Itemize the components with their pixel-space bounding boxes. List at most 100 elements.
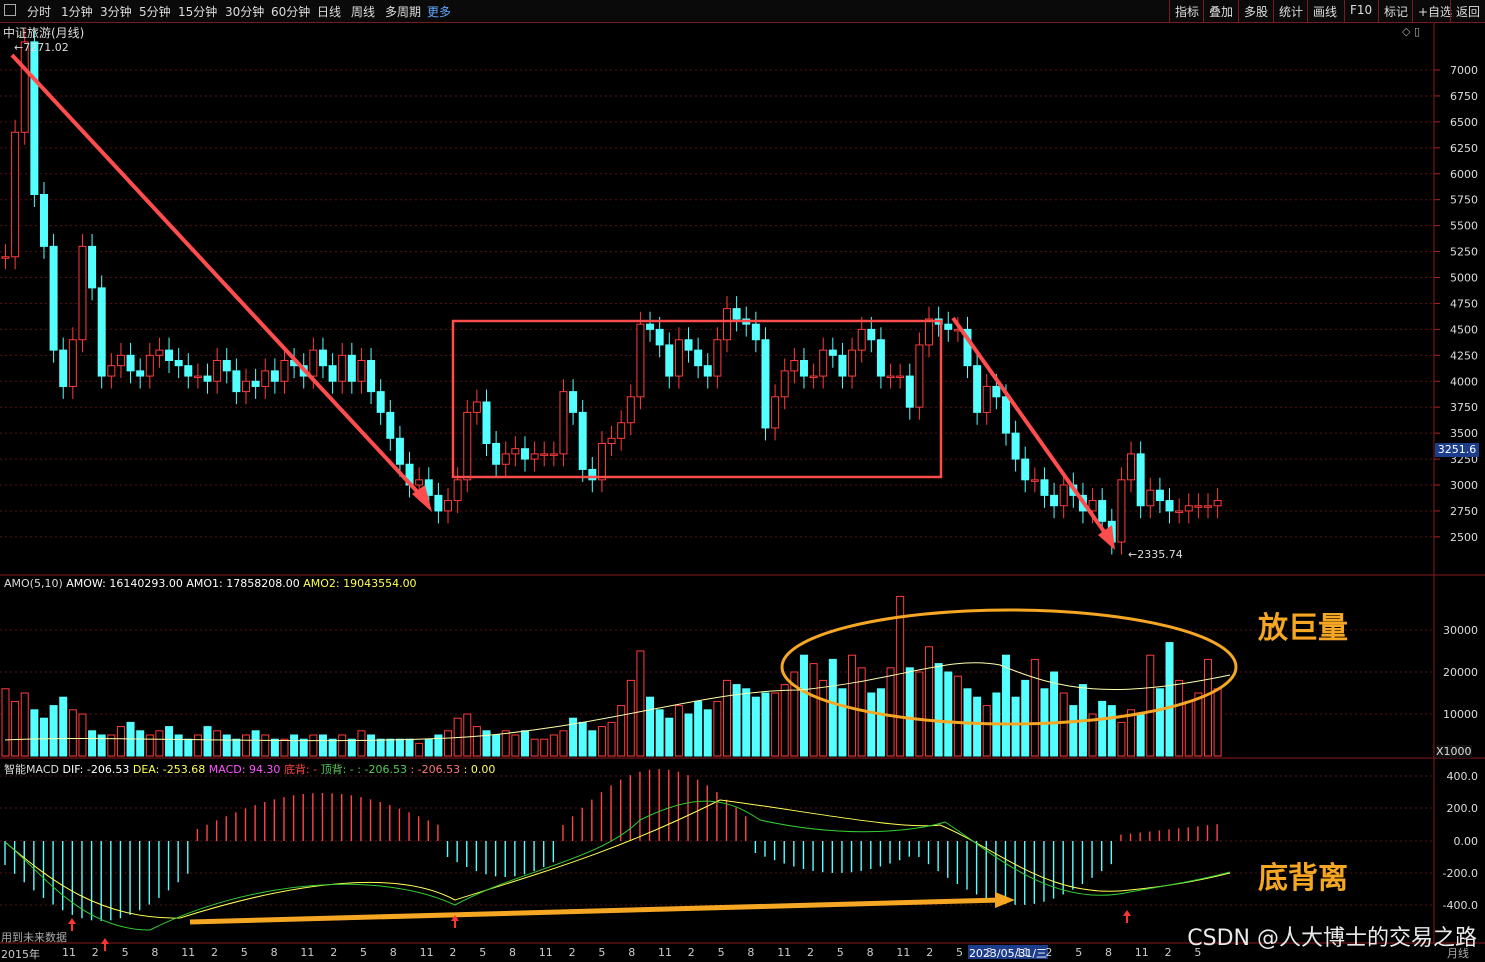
candle-body (876, 339, 885, 377)
time-axis-label: 5 (1075, 946, 1083, 959)
time-axis-label: 8 (866, 946, 874, 959)
candle-body (1040, 479, 1049, 496)
candle-body (617, 422, 626, 439)
candle-body (59, 349, 68, 387)
time-axis-label: 5 (121, 946, 129, 959)
volume-bar (1001, 654, 1010, 757)
candle-body (203, 375, 212, 382)
volume-bar (68, 709, 77, 757)
candle-body (694, 349, 703, 367)
volume-bar (367, 734, 376, 757)
volume-bar (703, 709, 712, 757)
volume-bar (97, 734, 106, 757)
candle-body (415, 479, 424, 486)
legend-item: AMOW: 16140293.00 (66, 577, 187, 590)
volume-bar (116, 726, 125, 757)
volume-bar (799, 654, 808, 757)
volume-bar (1213, 688, 1222, 757)
time-axis-label: 11 (1015, 946, 1030, 959)
candle-body (309, 349, 318, 377)
volume-bar (896, 595, 905, 757)
candle-body (434, 494, 443, 512)
price-tick-label: 6500 (1450, 116, 1478, 129)
volume-bar (973, 696, 982, 757)
volume-bar (1021, 679, 1030, 757)
volume-bar (1030, 658, 1039, 757)
panel-control-icons[interactable]: ◇ ▯ (1402, 25, 1420, 38)
candle-body (280, 360, 289, 382)
candle-body (607, 437, 616, 444)
candle-body (905, 375, 914, 408)
candle-body (915, 344, 924, 408)
candle-body (713, 339, 722, 377)
volume-bar (222, 734, 231, 757)
time-axis-label: 2 (926, 946, 934, 959)
price-tick-label: 3500 (1450, 427, 1478, 440)
candle-body (338, 354, 347, 382)
volume-bar (280, 738, 289, 757)
time-axis-label: 5 (479, 946, 487, 959)
volume-bar (520, 730, 529, 757)
time-axis-label: 8 (985, 946, 993, 959)
candle-body (1001, 396, 1010, 434)
chart-title: 中证旅游(月线) (3, 26, 85, 40)
volume-bar (1146, 654, 1155, 757)
candle-body (944, 323, 953, 330)
time-axis-label: 5 (836, 946, 844, 959)
volume-bar (174, 734, 183, 757)
low-price-label: ←2335.74 (1128, 548, 1183, 561)
candle-body (1050, 494, 1059, 507)
volume-bar (328, 738, 337, 757)
divergence-marker-icon (68, 918, 76, 924)
volume-bar (30, 709, 39, 757)
volume-bar (444, 730, 453, 757)
volume-bar (1059, 692, 1068, 757)
time-axis-label: 8 (270, 946, 278, 959)
candle-body (444, 500, 453, 512)
volume-bar (1107, 705, 1116, 757)
price-tick-label: 5500 (1450, 220, 1478, 233)
volume-bar (270, 738, 279, 757)
watermark: CSDN @人大博士的交易之路 (1187, 926, 1477, 951)
candle-body (982, 385, 991, 413)
candle-body (49, 245, 58, 351)
candle-body (1011, 432, 1020, 460)
candle-body (867, 328, 876, 341)
dea-line (4, 799, 1231, 919)
candle-body (992, 385, 1001, 398)
candle-body (472, 401, 481, 413)
legend-item: 顶背: - (320, 763, 358, 776)
candle-body (511, 448, 520, 455)
time-axis-label: 11 (896, 946, 911, 959)
volume-bar (1069, 705, 1078, 757)
candle-body (39, 194, 48, 247)
candle-body (232, 370, 241, 393)
macd-histogram (4, 769, 1218, 921)
time-axis-label: 8 (1105, 946, 1112, 959)
candle-body (597, 443, 606, 481)
volume-bar (780, 684, 789, 757)
candle-body (1098, 500, 1107, 522)
volume-bar (482, 730, 491, 757)
volume-bar (626, 679, 635, 757)
volume-bar (511, 734, 520, 757)
time-axis-label: 5 (240, 946, 248, 959)
volume-annotation: 放巨量 (1258, 611, 1348, 646)
volume-bar (20, 692, 29, 757)
volume-bar (809, 663, 818, 757)
price-tick-label: 3750 (1450, 401, 1478, 414)
volume-bar (386, 738, 395, 757)
candle-body (376, 391, 385, 413)
current-price-tag: 3251.6 (1435, 443, 1479, 457)
candle-body (20, 41, 29, 133)
candle-body (107, 365, 116, 377)
candle-body (242, 380, 250, 393)
candle-body (328, 365, 337, 382)
volume-bar (982, 705, 991, 757)
candle-body (145, 354, 154, 377)
stock-chart[interactable]: 7000 6750 6500 6250 6000 5750 5500 5250 5000 4750… (0, 0, 1485, 962)
candle-body (569, 391, 578, 413)
legend-item: AMO1: 17858208.00 (186, 577, 304, 590)
candle-body (1030, 479, 1039, 482)
time-axis-label: 8 (628, 946, 636, 959)
